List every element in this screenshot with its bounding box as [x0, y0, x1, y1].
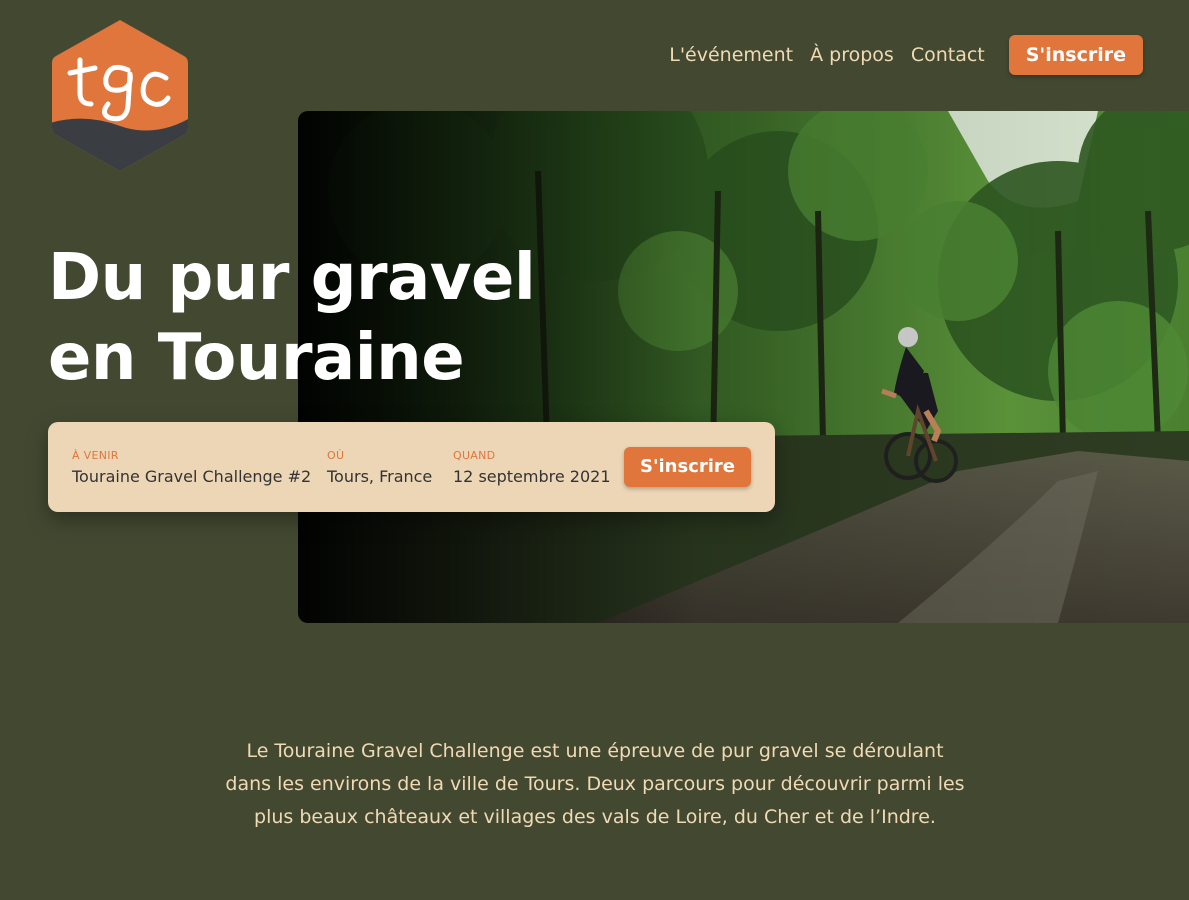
headline-line-2: en Touraine: [48, 321, 465, 395]
when-value: 12 septembre 2021: [453, 467, 611, 486]
card-signup-button[interactable]: S'inscrire: [624, 447, 751, 487]
nav-signup-button[interactable]: S'inscrire: [1008, 35, 1143, 75]
event-info-card: À VENIR Touraine Gravel Challenge #2 OÙ …: [48, 422, 775, 512]
where-label: OÙ: [327, 449, 345, 462]
upcoming-value: Touraine Gravel Challenge #2: [72, 467, 312, 486]
hero-headline: Du pur gravel en Touraine: [48, 238, 536, 398]
nav-link-about[interactable]: À propos: [810, 44, 894, 66]
upcoming-label: À VENIR: [72, 449, 119, 462]
event-where: OÙ Tours, France: [327, 449, 432, 486]
main-nav: L'événement À propos Contact S'inscrire: [669, 35, 1143, 75]
event-upcoming: À VENIR Touraine Gravel Challenge #2: [72, 449, 311, 486]
nav-link-event[interactable]: L'événement: [669, 44, 793, 66]
intro-paragraph: Le Touraine Gravel Challenge est une épr…: [225, 740, 965, 828]
logo-hexagon-icon: [52, 20, 188, 171]
where-value: Tours, France: [327, 467, 433, 486]
site-logo[interactable]: [50, 18, 190, 173]
nav-link-contact[interactable]: Contact: [911, 44, 985, 66]
event-when: QUAND 12 septembre 2021: [453, 449, 611, 486]
headline-line-1: Du pur gravel: [48, 241, 536, 315]
when-label: QUAND: [453, 449, 496, 462]
